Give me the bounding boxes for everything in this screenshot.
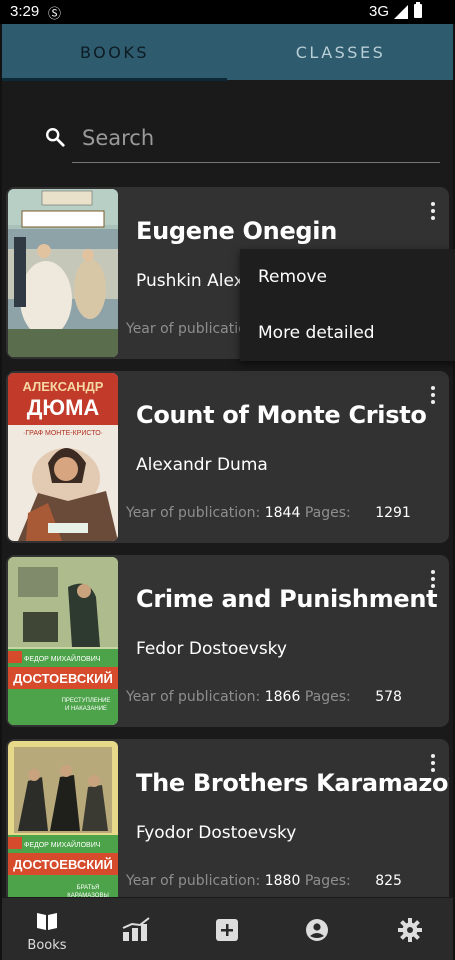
menu-item-more-detailed[interactable]: More detailed (240, 305, 455, 361)
year-value: 1866 (264, 689, 301, 705)
context-menu: Remove More detailed (240, 249, 455, 361)
settings-icon (398, 918, 422, 942)
more-options-icon[interactable] (423, 199, 443, 225)
search-bar (42, 114, 440, 164)
svg-text:БРАТЬЯ: БРАТЬЯ (77, 885, 100, 891)
more-options-icon[interactable] (423, 751, 443, 777)
svg-text:И НАКАЗАНИЕ: И НАКАЗАНИЕ (65, 706, 107, 712)
nav-add[interactable] (182, 898, 272, 960)
tab-books[interactable]: BOOKS (2, 24, 227, 80)
signal-icon (394, 5, 408, 19)
status-bar: 3:29 Ⓢ 3G (0, 0, 455, 24)
nav-settings[interactable] (362, 898, 452, 960)
pages-label: Pages: (304, 873, 351, 889)
year-value: 1844 (264, 505, 301, 521)
notification-icon: Ⓢ (48, 6, 62, 21)
book-cover-image: ФЕДОР МИХАЙЛОВИЧ ДОСТОЕВСКИЙ ПРЕСТУПЛЕНИ… (8, 557, 118, 725)
book-author: Fedor Dostoevsky (136, 639, 287, 659)
book-card[interactable]: АЛЕКСАНДР ДЮМА ·ГРАФ МОНТЕ-КРИСТО· Count… (6, 371, 449, 543)
svg-text:АЛЕКСАНДР: АЛЕКСАНДР (23, 379, 104, 394)
svg-text:ПРЕСТУПЛЕНИЕ: ПРЕСТУПЛЕНИЕ (62, 698, 111, 704)
app-root: BOOKS CLASSES Search Eugene Onegin Pushk… (2, 24, 455, 960)
pages-label: Pages: (304, 689, 351, 705)
status-time: 3:29 (10, 3, 40, 20)
year-label: Year of publication: (126, 689, 261, 705)
add-box-icon (216, 919, 238, 941)
battery-icon (414, 2, 422, 18)
book-icon (37, 913, 57, 930)
book-card[interactable]: ФЕДОР МИХАЙЛОВИЧ ДОСТОЕВСКИЙ ПРЕСТУПЛЕНИ… (6, 555, 449, 727)
svg-text:ФЕДОР МИХАЙЛОВИЧ: ФЕДОР МИХАЙЛОВИЧ (24, 840, 101, 849)
menu-item-remove[interactable]: Remove (240, 249, 455, 305)
nav-account[interactable] (272, 898, 362, 960)
svg-text:·ГРАФ МОНТЕ-КРИСТО·: ·ГРАФ МОНТЕ-КРИСТО· (23, 430, 103, 437)
account-icon (306, 919, 328, 941)
book-title: Count of Monte Cristo (136, 401, 427, 429)
book-cover-image (8, 189, 118, 357)
pages-value: 1291 (375, 505, 411, 521)
book-cover-image: ФЕДОР МИХАЙЛОВИЧ ДОСТОЕВСКИЙ БРАТЬЯ КАРА… (8, 741, 118, 897)
book-title: Eugene Onegin (136, 217, 338, 245)
book-cover-image: АЛЕКСАНДР ДЮМА ·ГРАФ МОНТЕ-КРИСТО· (8, 373, 118, 541)
pages-label: Pages: (304, 505, 351, 521)
network-type: 3G (368, 3, 389, 20)
book-title: Crime and Punishment (136, 585, 438, 613)
book-author: Alexandr Duma (136, 455, 268, 475)
book-meta: Year of publication: 1880 Pages: 825 (126, 873, 402, 889)
chart-icon (122, 917, 150, 941)
year-label: Year of publication: (126, 873, 261, 889)
nav-books[interactable]: Books (2, 898, 92, 960)
book-author: Fyodor Dostoevsky (136, 823, 297, 843)
book-meta: Year of publication: 1844 Pages: 1291 (126, 505, 411, 521)
nav-statistics[interactable] (92, 898, 182, 960)
bottom-navigation: Books (2, 898, 453, 960)
svg-text:ДЮМА: ДЮМА (27, 395, 100, 420)
pages-value: 825 (375, 873, 402, 889)
book-card[interactable]: ФЕДОР МИХАЙЛОВИЧ ДОСТОЕВСКИЙ БРАТЬЯ КАРА… (6, 739, 449, 897)
svg-text:ФЕДОР МИХАЙЛОВИЧ: ФЕДОР МИХАЙЛОВИЧ (24, 654, 101, 663)
search-input[interactable] (72, 114, 440, 163)
more-options-icon[interactable] (423, 567, 443, 593)
tab-classes[interactable]: CLASSES (228, 24, 453, 80)
tab-indicator (2, 78, 227, 81)
book-meta: Year of publication: 1866 Pages: 578 (126, 689, 402, 705)
svg-text:ДОСТОЕВСКИЙ: ДОСТОЕВСКИЙ (13, 671, 113, 686)
svg-text:ДОСТОЕВСКИЙ: ДОСТОЕВСКИЙ (13, 857, 113, 872)
year-label: Year of publication: (126, 505, 261, 521)
book-title: The Brothers Karamazov (136, 769, 449, 797)
pages-value: 578 (375, 689, 402, 705)
more-options-icon[interactable] (423, 383, 443, 409)
year-value: 1880 (264, 873, 301, 889)
svg-text:КАРАМАЗОВЫ: КАРАМАЗОВЫ (67, 893, 109, 897)
nav-books-label: Books (27, 938, 67, 953)
tab-bar: BOOKS CLASSES (2, 24, 453, 81)
search-icon[interactable] (44, 126, 66, 148)
